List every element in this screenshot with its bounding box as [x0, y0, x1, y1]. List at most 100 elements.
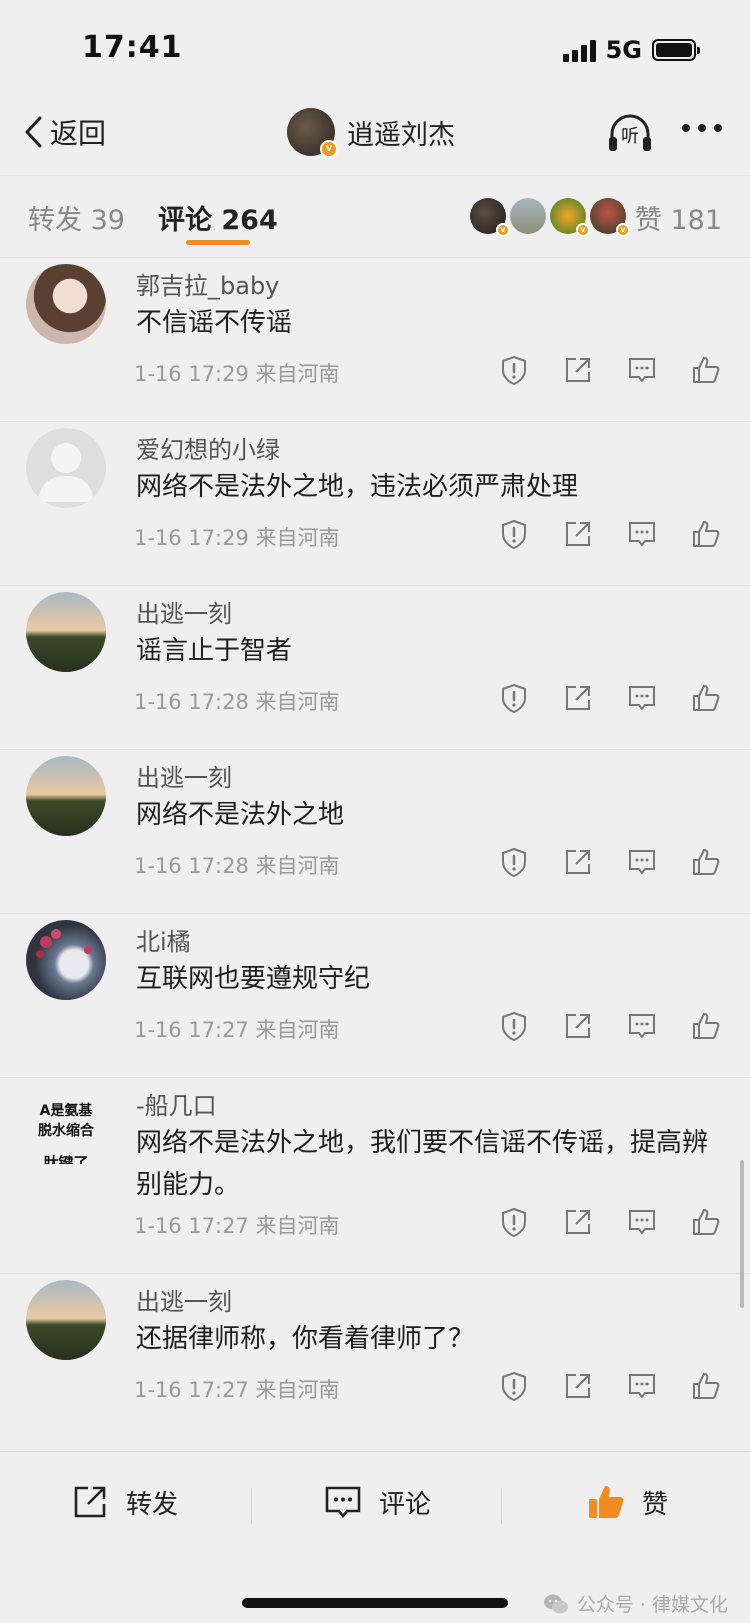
thumbs-up-icon[interactable]	[690, 846, 722, 878]
comment-meta: 1-16 17:29 来自河南	[134, 362, 340, 386]
comment-actions	[498, 846, 722, 878]
avatar[interactable]	[26, 592, 106, 672]
signal-icon	[562, 38, 596, 62]
reply-icon[interactable]	[626, 354, 658, 386]
comment-text: 互联网也要遵规守纪	[136, 964, 371, 994]
battery-icon	[652, 39, 700, 61]
avatar-text-line: 脱水缩合	[38, 1123, 94, 1139]
thumbs-up-icon[interactable]	[690, 518, 722, 550]
thumbs-up-icon	[589, 1486, 624, 1518]
avatar[interactable]: A是氨基 脱水缩合 肽键了	[24, 1084, 108, 1164]
network-type: 5G	[605, 36, 642, 64]
page-title: 逍遥刘杰	[347, 119, 455, 151]
share-icon[interactable]	[562, 518, 594, 550]
thumbs-up-icon[interactable]	[690, 354, 722, 386]
avatar[interactable]	[26, 428, 106, 508]
share-icon[interactable]	[562, 1010, 594, 1042]
thumbs-up-icon[interactable]	[690, 1010, 722, 1042]
comment-item: 爱幻想的小绿 网络不是法外之地，违法必须严肃处理 1-16 17:29 来自河南	[0, 422, 750, 586]
comment-author[interactable]: 出逃一刻	[136, 758, 232, 793]
avatar[interactable]	[26, 264, 106, 344]
comment-meta: 1-16 17:28 来自河南	[134, 854, 340, 878]
forward-button[interactable]: 转发	[70, 1482, 178, 1522]
status-time: 17:41	[82, 30, 183, 65]
share-icon[interactable]	[562, 354, 594, 386]
back-button[interactable]: 返回	[22, 112, 106, 152]
tab-like[interactable]: 赞 181	[635, 198, 722, 237]
reply-icon[interactable]	[626, 1010, 658, 1042]
comment-button[interactable]: 评论	[323, 1482, 431, 1522]
watermark-text: 公众号 · 律媒文化	[576, 1594, 728, 1616]
avatar[interactable]	[26, 756, 106, 836]
divider	[501, 1488, 502, 1524]
share-icon[interactable]	[562, 1206, 594, 1238]
reply-icon[interactable]	[626, 1206, 658, 1238]
comment-item: 出逃一刻 还据律师称，你看着律师了？ 1-16 17:27 来自河南	[0, 1274, 750, 1438]
comment-meta: 1-16 17:29 来自河南	[134, 526, 340, 550]
dot-icon	[682, 124, 690, 132]
like-button[interactable]: 赞	[586, 1482, 668, 1522]
divider	[251, 1488, 252, 1524]
avatar-text-line: 肽键了	[43, 1154, 89, 1164]
nav-bar: 返回 v 逍遥刘杰 听	[0, 100, 750, 172]
report-icon[interactable]	[498, 1010, 530, 1042]
share-icon[interactable]	[562, 682, 594, 714]
comment-author[interactable]: 北i橘	[136, 922, 191, 957]
verified-badge-icon: v	[320, 140, 338, 158]
comment-actions	[498, 518, 722, 550]
report-icon[interactable]	[498, 1206, 530, 1238]
dot-icon	[698, 124, 706, 132]
scrollbar[interactable]	[740, 1160, 744, 1308]
reply-icon[interactable]	[626, 682, 658, 714]
avatar-text-line: A是氨基	[39, 1103, 93, 1119]
tab-comment[interactable]: 评论 264	[158, 198, 278, 237]
thumbs-up-icon[interactable]	[690, 1370, 722, 1402]
thumbs-up-icon[interactable]	[690, 1206, 722, 1238]
report-icon[interactable]	[498, 518, 530, 550]
comment-author[interactable]: -船几口	[136, 1086, 217, 1121]
back-label: 返回	[50, 117, 107, 150]
avatar: v	[550, 198, 590, 237]
avatar: v	[470, 198, 510, 237]
comment-item: 北i橘 互联网也要遵规守纪 1-16 17:27 来自河南	[0, 914, 750, 1078]
report-icon[interactable]	[498, 846, 530, 878]
bottom-action-bar: 转发 评论 赞	[0, 1451, 750, 1561]
avatar[interactable]	[26, 920, 106, 1000]
report-icon[interactable]	[498, 682, 530, 714]
comment-author[interactable]: 出逃一刻	[136, 594, 232, 629]
thumbs-up-icon[interactable]	[690, 682, 722, 714]
comment-text: 网络不是法外之地，违法必须严肃处理	[136, 472, 579, 502]
chevron-left-icon	[25, 116, 42, 148]
share-icon[interactable]	[562, 846, 594, 878]
tab-forward[interactable]: 转发 39	[28, 198, 125, 237]
report-icon[interactable]	[498, 354, 530, 386]
avatar: v	[590, 198, 630, 237]
comment-actions	[498, 1010, 722, 1042]
liker-avatars[interactable]: v v v	[470, 198, 630, 237]
comment-author[interactable]: 郭吉拉_baby	[136, 266, 279, 301]
profile-header[interactable]: v 逍遥刘杰	[287, 108, 455, 158]
comment-author[interactable]: 爱幻想的小绿	[136, 430, 280, 465]
forward-label: 转发	[126, 1489, 179, 1520]
listen-button[interactable]: 听	[606, 110, 654, 158]
listen-label: 听	[621, 126, 639, 147]
reply-icon[interactable]	[626, 1370, 658, 1402]
comment-meta: 1-16 17:27 来自河南	[134, 1378, 340, 1402]
more-options-button[interactable]	[682, 124, 722, 132]
comment-author[interactable]: 出逃一刻	[136, 1282, 232, 1317]
status-icons: 5G	[562, 36, 700, 64]
home-indicator[interactable]	[242, 1598, 508, 1608]
comment-list: 郭吉拉_baby 不信谣不传谣 1-16 17:29 来自河南 爱幻想的小绿 网…	[0, 258, 750, 1451]
reply-icon[interactable]	[626, 846, 658, 878]
comment-text: 网络不是法外之地	[136, 800, 345, 830]
comment-text: 不信谣不传谣	[136, 308, 293, 338]
comment-actions	[498, 1206, 722, 1238]
comment-actions	[498, 354, 722, 386]
avatar[interactable]	[26, 1280, 106, 1360]
share-icon[interactable]	[562, 1370, 594, 1402]
avatar[interactable]: v	[287, 108, 338, 158]
report-icon[interactable]	[498, 1370, 530, 1402]
reply-icon[interactable]	[626, 518, 658, 550]
comment-actions	[498, 682, 722, 714]
comment-item: A是氨基 脱水缩合 肽键了 -船几口 网络不是法外之地，我们要不信谣不传谣，提高…	[0, 1078, 750, 1274]
